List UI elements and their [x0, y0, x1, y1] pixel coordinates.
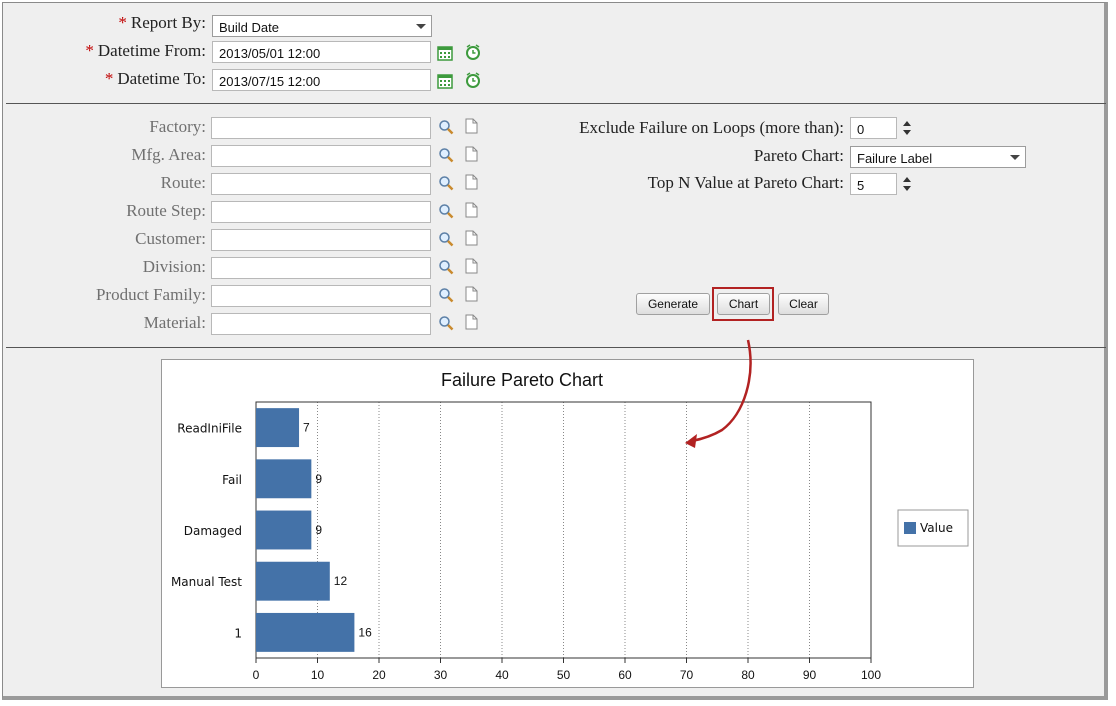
- search-icon[interactable]: [438, 119, 454, 135]
- section-divider: [6, 347, 1106, 348]
- chart-title: Failure Pareto Chart: [441, 370, 603, 390]
- data-label: 7: [303, 421, 310, 435]
- datetime-from-label: * Datetime From:: [85, 41, 206, 60]
- filter-label: Product Family:: [95, 285, 206, 304]
- filter-input[interactable]: [211, 173, 431, 195]
- category-label: Manual Test: [171, 575, 242, 589]
- annotation-arrow: [685, 339, 752, 448]
- bar: [256, 408, 300, 448]
- x-tick-label: 90: [803, 668, 817, 682]
- filter-label: Material:: [143, 313, 206, 332]
- filter-input[interactable]: [211, 201, 431, 223]
- filter-input[interactable]: [211, 117, 431, 139]
- search-icon[interactable]: [438, 203, 454, 219]
- x-tick-label: 60: [618, 668, 632, 682]
- pareto-chart-select[interactable]: Failure Label: [850, 146, 1026, 168]
- search-icon[interactable]: [438, 287, 454, 303]
- data-label: 16: [358, 625, 372, 639]
- clear-button[interactable]: Clear: [778, 293, 829, 315]
- search-icon[interactable]: [438, 259, 454, 275]
- pareto-chart-panel: Failure Pareto Chart 0 10 20 30 40 50 60 70 80 90…: [161, 359, 974, 688]
- filter-label: Factory:: [149, 117, 206, 136]
- calendar-icon[interactable]: [437, 73, 453, 89]
- filter-input[interactable]: [211, 313, 431, 335]
- x-tick-label: 0: [253, 668, 260, 682]
- top-n-label: Top N Value at Pareto Chart:: [647, 173, 844, 192]
- filter-label: Mfg. Area:: [131, 145, 206, 164]
- report-by-select[interactable]: Build Date: [212, 15, 432, 37]
- filter-input[interactable]: [211, 285, 431, 307]
- x-tick-label: 50: [557, 668, 571, 682]
- pareto-chart-label: Pareto Chart:: [753, 146, 844, 165]
- datetime-from-input[interactable]: 2013/05/01 12:00: [212, 41, 431, 63]
- filter-label: Customer:: [135, 229, 206, 248]
- document-icon[interactable]: [463, 202, 479, 218]
- exclude-failure-input[interactable]: 0: [850, 117, 897, 139]
- bar: [256, 510, 312, 550]
- exclude-failure-label: Exclude Failure on Loops (more than):: [579, 118, 844, 137]
- spinner-arrows-icon[interactable]: [902, 118, 912, 138]
- document-icon[interactable]: [463, 174, 479, 190]
- legend-label: Value: [920, 521, 953, 535]
- section-divider: [6, 103, 1106, 104]
- chevron-down-icon: [416, 24, 426, 29]
- clock-icon[interactable]: [465, 44, 481, 60]
- search-icon[interactable]: [438, 231, 454, 247]
- bar: [256, 459, 312, 499]
- x-tick-label: 40: [495, 668, 509, 682]
- data-label: 12: [334, 574, 348, 588]
- filter-label: Division:: [142, 257, 206, 276]
- filter-input[interactable]: [211, 229, 431, 251]
- generate-button[interactable]: Generate: [636, 293, 710, 315]
- search-icon[interactable]: [438, 147, 454, 163]
- document-icon[interactable]: [463, 230, 479, 246]
- category-label: ReadIniFile: [177, 422, 242, 436]
- document-icon[interactable]: [463, 258, 479, 274]
- category-label: Fail: [222, 473, 242, 487]
- document-icon[interactable]: [463, 314, 479, 330]
- filter-label: Route Step:: [126, 201, 206, 220]
- x-tick-label: 20: [372, 668, 386, 682]
- category-label: Damaged: [184, 524, 242, 538]
- top-n-input[interactable]: 5: [850, 173, 897, 195]
- x-tick-label: 100: [861, 668, 881, 682]
- document-icon[interactable]: [463, 118, 479, 134]
- report-by-label: * Report By:: [118, 13, 206, 32]
- document-icon[interactable]: [463, 146, 479, 162]
- x-tick-label: 70: [680, 668, 694, 682]
- x-tick-label: 10: [311, 668, 325, 682]
- x-tick-label: 80: [741, 668, 755, 682]
- bar: [256, 612, 355, 652]
- filter-input[interactable]: [211, 257, 431, 279]
- bar: [256, 561, 330, 601]
- datetime-to-label: * Datetime To:: [104, 69, 206, 88]
- search-icon[interactable]: [438, 315, 454, 331]
- pareto-chart: Failure Pareto Chart 0 10 20 30 40 50 60 70 80 90…: [171, 370, 969, 682]
- data-label: 9: [315, 472, 322, 486]
- data-label: 9: [315, 523, 322, 537]
- filter-input[interactable]: [211, 145, 431, 167]
- calendar-icon[interactable]: [437, 45, 453, 61]
- x-tick-label: 30: [434, 668, 448, 682]
- search-icon[interactable]: [438, 175, 454, 191]
- document-icon[interactable]: [463, 286, 479, 302]
- clock-icon[interactable]: [465, 72, 481, 88]
- category-label: 1: [234, 626, 242, 640]
- spinner-arrows-icon[interactable]: [902, 174, 912, 194]
- filter-label: Route:: [160, 173, 206, 192]
- chevron-down-icon: [1010, 155, 1020, 160]
- chart-button[interactable]: Chart: [717, 293, 770, 315]
- legend-swatch: [904, 522, 916, 534]
- datetime-to-input[interactable]: 2013/07/15 12:00: [212, 69, 431, 91]
